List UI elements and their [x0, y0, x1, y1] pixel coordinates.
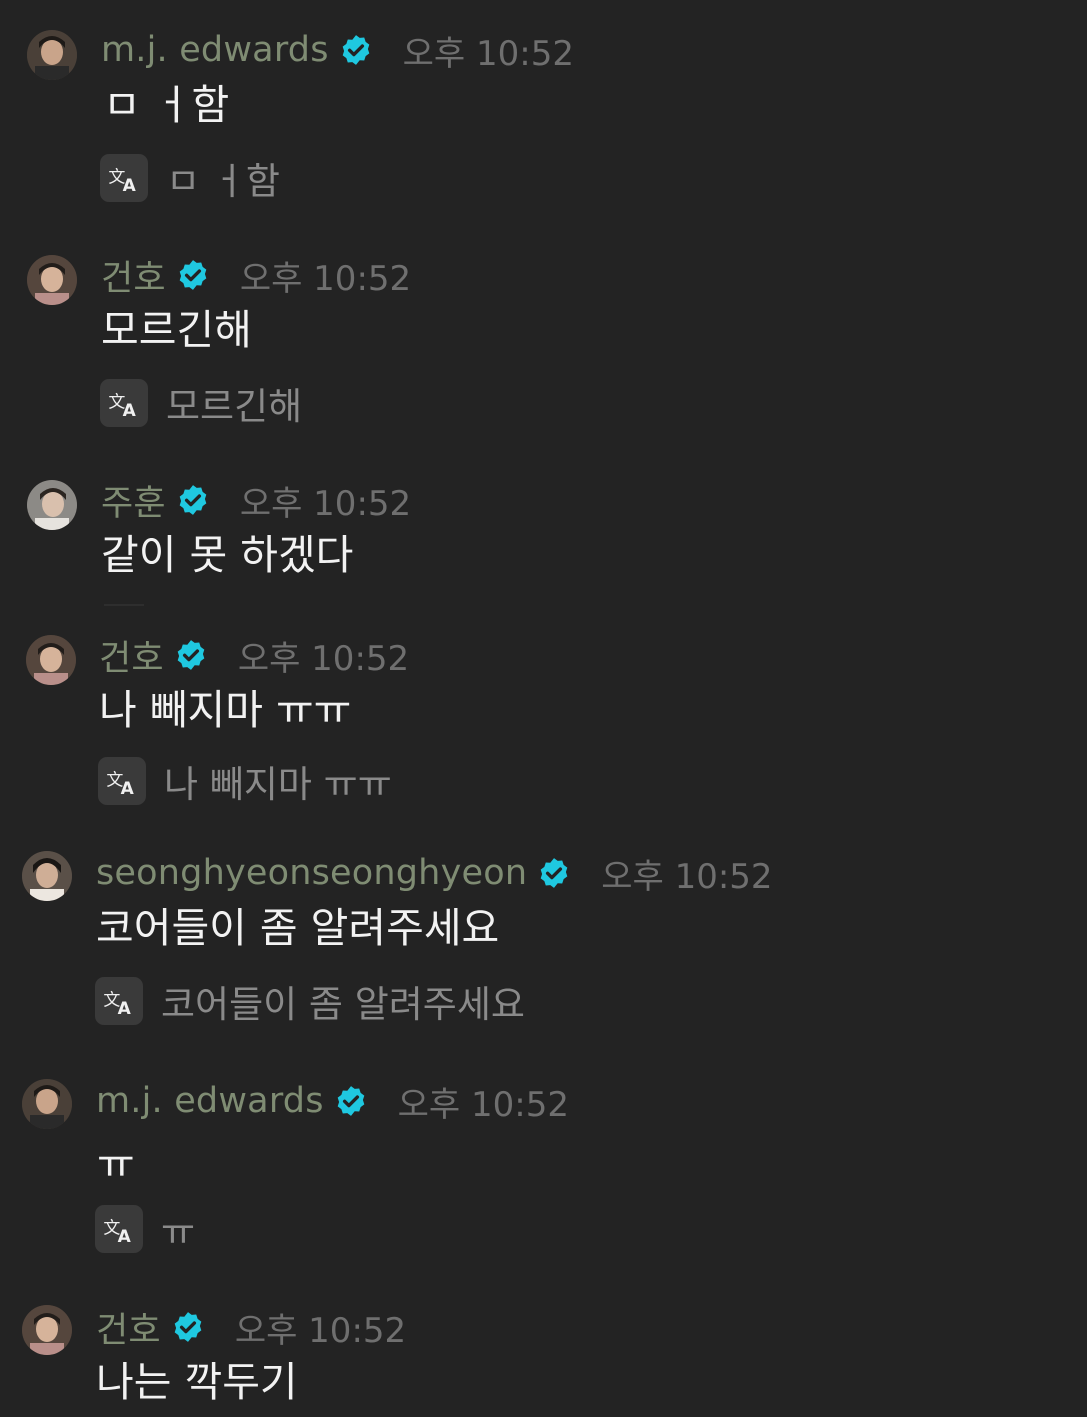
verified-badge-icon [176, 483, 210, 517]
username[interactable]: 주훈 [101, 475, 166, 526]
user-avatar[interactable] [27, 255, 77, 305]
svg-text:A: A [123, 401, 137, 420]
user-avatar[interactable] [26, 635, 76, 685]
translated-text: ㅠ [161, 1211, 196, 1254]
translated-text: ㅁ ㅓ함 [166, 160, 280, 203]
message-text: 모르긴해 [101, 306, 252, 354]
translate-icon: 文A [103, 1218, 132, 1246]
verified-badge-icon [171, 1310, 205, 1344]
message-timestamp: 오후 10:52 [234, 1310, 407, 1351]
svg-text:A: A [118, 999, 132, 1018]
translate-button[interactable]: 文A [95, 1205, 143, 1253]
user-avatar[interactable] [22, 851, 72, 901]
user-avatar[interactable] [27, 480, 77, 530]
message-timestamp: 오후 10:52 [397, 1084, 570, 1125]
message-text: ㅠ [97, 1140, 135, 1188]
message-timestamp: 오후 10:52 [601, 856, 773, 897]
user-avatar[interactable] [27, 30, 77, 80]
svg-text:A: A [118, 1227, 132, 1246]
username[interactable]: m.j. edwards [101, 30, 329, 70]
translated-text: 모르긴해 [166, 385, 303, 428]
translate-button[interactable]: 文A [95, 977, 143, 1025]
user-avatar[interactable] [22, 1305, 72, 1355]
translate-icon: 文A [103, 990, 132, 1018]
translated-text: 코어들이 좀 알려주세요 [161, 983, 525, 1026]
message-text: ㅁ ㅓ함 [103, 81, 230, 129]
translate-icon: 文A [106, 770, 135, 798]
user-avatar[interactable] [22, 1079, 72, 1129]
username[interactable]: 건호 [96, 1302, 161, 1353]
translate-button[interactable]: 文A [100, 379, 148, 427]
verified-badge-icon [339, 33, 373, 67]
verified-badge-icon [537, 856, 571, 890]
translate-icon: 文A [108, 392, 137, 420]
message-timestamp: 오후 10:52 [402, 33, 575, 74]
username[interactable]: 건호 [99, 630, 164, 681]
message-timestamp: 오후 10:52 [239, 483, 412, 524]
verified-badge-icon [174, 638, 208, 672]
translate-button[interactable]: 文A [98, 757, 146, 805]
translate-button[interactable]: 文A [100, 154, 148, 202]
verified-badge-icon [176, 258, 210, 292]
username[interactable]: 건호 [101, 250, 166, 301]
message-text: 나는 깍두기 [96, 1358, 298, 1406]
translate-icon: 文A [108, 167, 137, 195]
message-timestamp: 오후 10:52 [239, 258, 412, 299]
svg-text:A: A [123, 176, 137, 195]
username[interactable]: m.j. edwards [96, 1081, 324, 1121]
svg-text:A: A [121, 779, 135, 798]
message-timestamp: 오후 10:52 [237, 638, 410, 679]
translated-text: 나 빼지마 ㅠㅠ [164, 763, 392, 806]
divider [104, 604, 144, 606]
message-text: 코어들이 좀 알려주세요 [96, 904, 500, 952]
message-text: 나 빼지마 ㅠㅠ [99, 686, 352, 734]
username[interactable]: seonghyeonseonghyeon [96, 853, 527, 893]
chat-log: m.j. edwards 오후 10:52 ㅁ ㅓ함 文A ㅁ ㅓ함 건호 오후… [0, 0, 1087, 1417]
message-text: 같이 못 하겠다 [101, 531, 354, 579]
verified-badge-icon [334, 1084, 368, 1118]
